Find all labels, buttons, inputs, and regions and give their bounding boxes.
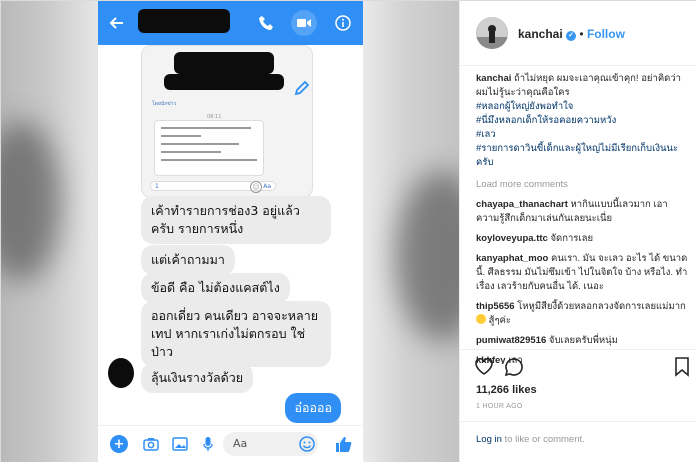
post-photo: โดยนักข่าว 08:11 1 Aa ☺ เค้าทำรายการช่อง…: [1, 1, 459, 462]
sent-message-bubble: อ๋ออออ: [285, 393, 341, 423]
verified-badge-icon: ✓: [566, 31, 577, 41]
redacted-block: [164, 74, 284, 90]
comment-item: pumiwat829516 จับเลยครับพี่หนุ่ม: [476, 334, 690, 348]
emoji-icon: [298, 435, 316, 453]
user-avatar[interactable]: [476, 17, 508, 49]
video-call-icon: [291, 10, 317, 36]
camera-icon: [142, 435, 160, 453]
blurred-shape: [396, 171, 459, 341]
comment-username[interactable]: kanyaphat_moo: [476, 253, 548, 264]
load-more-comments-link[interactable]: Load more comments: [476, 178, 690, 192]
message-bubble: ลุ้นเงินรางวัลด้วย: [141, 363, 254, 393]
pencil-icon: [293, 79, 311, 97]
thumbs-up-icon: [334, 435, 352, 453]
shared-screenshot-card: โดยนักข่าว 08:11 1 Aa: [141, 45, 313, 198]
redacted-contact-name: [138, 9, 230, 33]
back-arrow-icon: [106, 12, 128, 34]
login-link[interactable]: Log in: [476, 434, 502, 445]
phone-call-icon: [256, 12, 278, 34]
messenger-screenshot: โดยนักข่าว 08:11 1 Aa ☺ เค้าทำรายการช่อง…: [98, 1, 363, 462]
messenger-compose-bar: + Aa: [98, 425, 363, 462]
comment-item: koyloveyupa.ttc จัดการเลย: [476, 232, 690, 246]
instagram-post-view: โดยนักข่าว 08:11 1 Aa ☺ เค้าทำรายการช่อง…: [0, 0, 696, 462]
card-reaction-count: 1: [155, 182, 159, 190]
comment-icon[interactable]: [504, 357, 524, 377]
message-bubble: ข้อดี คือ ไม่ต้องแคสต์ไง: [141, 273, 290, 303]
card-input-hint: Aa: [263, 182, 271, 190]
post-header-user-line: kanchai ✓ • Follow: [518, 27, 625, 41]
post-side-panel: kanchai ✓ • Follow kanchai ถ้าไม่หยุด ผม…: [459, 1, 696, 462]
card-message-preview: [154, 120, 264, 176]
comment-item: kanyaphat_moo คนเรา. มัน จะเลว อะไร ได้ …: [476, 252, 690, 294]
hashtag-link[interactable]: #หลอกผู้ใหญ่ยังพอทำใจ: [476, 100, 690, 114]
gallery-icon: [171, 435, 189, 453]
message-bubble: ออกเดี่ยว คนเดียว อาจจะหลาย เทป หากเราเก…: [141, 301, 331, 367]
comment-text: จับเลยครับพี่หนุ่ม: [548, 335, 618, 346]
hashtag-link[interactable]: #นี่มึงหลอกเด็กให้รอคอยความหวัง: [476, 114, 690, 128]
hashtag-link[interactable]: #เลว: [476, 128, 690, 142]
pensive-emoji-icon: [476, 314, 486, 324]
add-reaction-icon: ☺: [250, 181, 262, 193]
messenger-header: [98, 1, 363, 45]
comment-tail: สู้ๆค่ะ: [488, 315, 511, 326]
redacted-block: [174, 52, 274, 74]
post-header: kanchai ✓ • Follow: [460, 1, 696, 66]
caption: kanchai ถ้าไม่หยุด ผมจะเอาคุณเข้าคุก! อย…: [476, 72, 690, 170]
separator-dot: •: [579, 27, 584, 41]
comment-text: จัดการเลย: [550, 233, 594, 244]
post-comments: kanchai ถ้าไม่หยุด ผมจะเอาคุณเข้าคุก! อย…: [476, 72, 690, 364]
plus-icon: +: [110, 435, 128, 453]
follow-button[interactable]: Follow: [587, 27, 625, 41]
blurred-shape: [1, 121, 61, 281]
microphone-icon: [199, 435, 217, 453]
comment-text: โหหูมีสียงี้ด้วยหลอกลวงจัดการเลยแม่มาก: [517, 301, 686, 312]
redacted-avatar: [108, 358, 134, 388]
message-bubble: แต่เค้าถามมา: [141, 245, 235, 275]
actions-divider: [460, 349, 696, 350]
info-icon: [332, 12, 354, 34]
comment-item: chayapa_thanachart หากินแบบนี้เลวมาก เอา…: [476, 198, 690, 226]
comment-username[interactable]: koyloveyupa.ttc: [476, 233, 548, 244]
login-footer: Log in to like or comment.: [460, 421, 696, 462]
message-bubble: เค้าทำรายการช่อง3 อยู่แล้วครับ รายการหนึ…: [141, 196, 331, 244]
heart-icon[interactable]: [474, 357, 494, 377]
comment-username[interactable]: pumiwat829516: [476, 335, 546, 346]
comment-item: thip5656 โหหูมีสียงี้ด้วยหลอกลวงจัดการเล…: [476, 300, 690, 328]
username-link[interactable]: kanchai: [518, 27, 563, 41]
caption-username[interactable]: kanchai: [476, 73, 511, 84]
comment-username[interactable]: chayapa_thanachart: [476, 199, 568, 210]
login-footer-text: to like or comment.: [504, 434, 585, 445]
hashtag-link[interactable]: #รายการดาวินขี้เด็กและผู้ใหญ่ไม่มีเรียกเ…: [476, 142, 690, 170]
card-link-text: โดยนักข่าว: [152, 101, 177, 107]
bookmark-icon[interactable]: [674, 357, 694, 377]
post-timestamp: 1 HOUR AGO: [476, 403, 523, 410]
likes-count[interactable]: 11,266 likes: [476, 384, 537, 396]
comment-username[interactable]: thip5656: [476, 301, 515, 312]
